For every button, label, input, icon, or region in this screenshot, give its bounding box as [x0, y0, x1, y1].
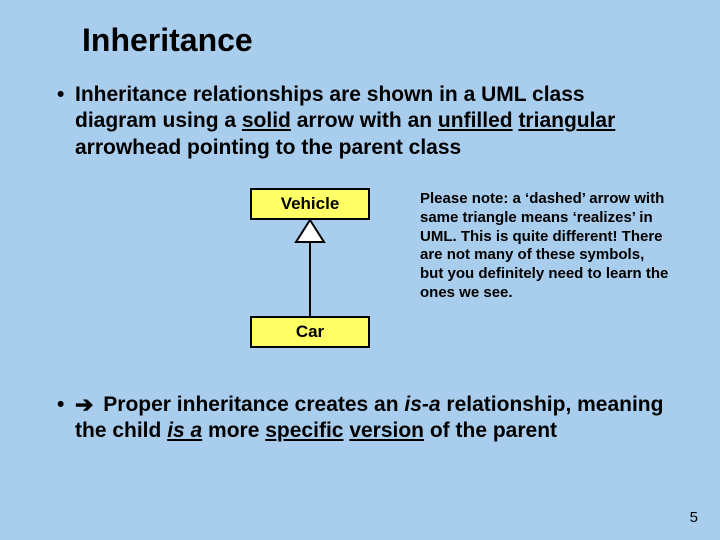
uml-child-box: Car — [250, 316, 370, 348]
uml-parent-box: Vehicle — [250, 188, 370, 220]
right-arrow-icon: ➔ — [75, 394, 93, 416]
bullet-1-underline-triangular: triangular — [518, 109, 615, 132]
bullet-1-underline-unfilled: unfilled — [438, 109, 513, 132]
page-number: 5 — [690, 509, 698, 526]
bullet-2-text-post: of the parent — [424, 419, 557, 442]
bullet-1-text-post: arrowhead pointing to the parent class — [75, 136, 461, 159]
bullet-2-italic-isa: is-a — [404, 393, 440, 416]
bullet-dot-icon: • — [57, 392, 64, 418]
bullet-dot-icon: • — [57, 82, 64, 108]
bullet-2-text-pre: Proper inheritance creates an — [97, 393, 404, 416]
bullet-2-under-version: version — [349, 419, 424, 442]
inheritance-arrow-icon — [290, 218, 330, 318]
bullet-1-text-mid1: arrow with an — [291, 109, 438, 132]
side-note: Please note: a ‘dashed’ arrow with same … — [420, 190, 670, 303]
slide-title: Inheritance — [82, 22, 253, 59]
bullet-2: • ➔ Proper inheritance creates an is-a r… — [75, 392, 665, 445]
bullet-2-under-ital-isa: is a — [167, 419, 202, 442]
bullet-2-text-mid2: more — [202, 419, 265, 442]
bullet-2-under-specific: specific — [265, 419, 343, 442]
bullet-1: • Inheritance relationships are shown in… — [75, 82, 665, 161]
uml-diagram: Vehicle Car — [230, 188, 390, 358]
bullet-1-underline-solid: solid — [242, 109, 291, 132]
slide: Inheritance • Inheritance relationships … — [0, 0, 720, 540]
